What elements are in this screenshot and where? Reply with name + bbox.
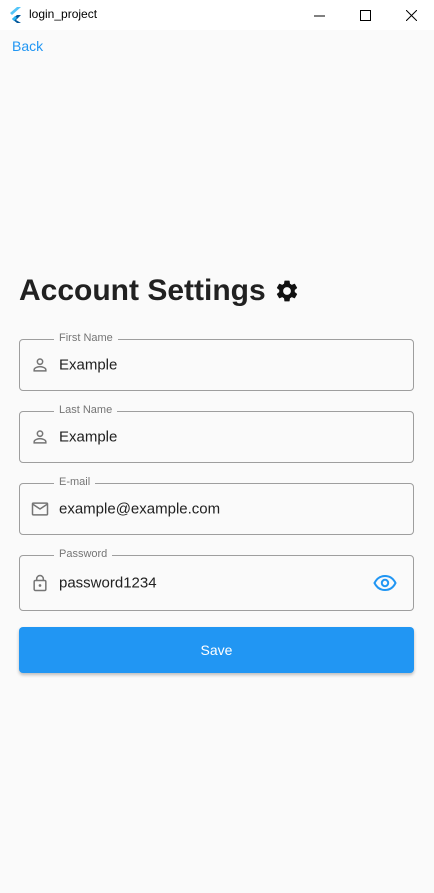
first-name-field[interactable]: First Name Example — [19, 332, 414, 391]
last-name-label: Last Name — [54, 404, 118, 416]
person-icon — [33, 430, 47, 444]
flutter-logo-icon — [10, 7, 21, 23]
password-input[interactable]: password1234 — [59, 575, 157, 592]
gear-icon — [276, 280, 297, 302]
email-field[interactable]: E-mail example@example.com — [19, 476, 414, 535]
last-name-field[interactable]: Last Name Example — [19, 404, 414, 463]
page-title: Account Settings — [19, 274, 266, 307]
first-name-input[interactable]: Example — [59, 357, 117, 374]
maximize-button[interactable] — [342, 0, 388, 30]
first-name-label: First Name — [54, 332, 118, 344]
mail-icon — [31, 502, 49, 516]
page-heading: Account Settings — [19, 274, 300, 308]
back-link[interactable]: Back — [12, 38, 43, 54]
save-button[interactable]: Save — [19, 627, 414, 673]
person-icon — [33, 358, 47, 372]
last-name-input[interactable]: Example — [59, 429, 117, 446]
maximize-icon — [359, 9, 371, 21]
close-button[interactable] — [388, 0, 434, 30]
title-bar: login_project — [0, 0, 434, 30]
password-field[interactable]: Password password1234 — [19, 548, 414, 611]
window-title: login_project — [29, 7, 98, 21]
lock-icon — [33, 574, 47, 592]
visibility-toggle-eye-icon[interactable] — [373, 571, 397, 595]
minimize-icon — [313, 15, 325, 16]
email-label: E-mail — [54, 476, 96, 488]
minimize-button[interactable] — [296, 0, 342, 30]
email-input[interactable]: example@example.com — [59, 501, 220, 518]
close-icon — [405, 9, 417, 21]
password-label: Password — [54, 548, 113, 560]
